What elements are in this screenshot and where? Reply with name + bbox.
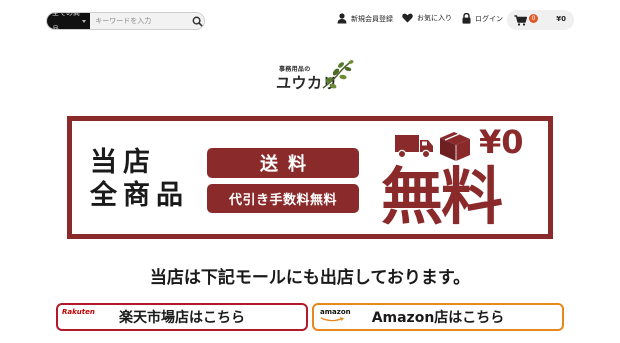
lock-icon [462, 13, 471, 24]
cart-total: ¥0 [556, 15, 566, 23]
favorites-link[interactable]: お気に入り [402, 13, 452, 23]
chevron-down-icon [82, 19, 87, 23]
login-label: ログイン [475, 14, 503, 23]
category-select-label: 全ての商品 [52, 12, 80, 30]
amazon-store-button[interactable]: amazon Amazon店はこちら [312, 303, 564, 331]
eucalyptus-icon [322, 60, 354, 89]
banner-all-products-text: 全商品 [90, 180, 189, 211]
cart-count-badge: 0 [529, 14, 538, 23]
site-logo[interactable]: 事務用品の ユウカリ [276, 58, 356, 98]
user-icon [337, 13, 347, 24]
free-shipping-banner[interactable]: 当店 全商品 送料 代引き手数料無料 ¥0 無料 [67, 116, 553, 239]
amazon-smile-icon [320, 317, 344, 322]
rakuten-store-label: 楽天市場店はこちら [119, 310, 245, 326]
favorites-label: お気に入り [417, 14, 452, 22]
cod-fee-pill: 代引き手数料無料 [207, 184, 359, 213]
shipping-pill: 送料 [207, 148, 359, 178]
banner-free-text: 無料 [381, 160, 503, 233]
search-button[interactable] [191, 13, 204, 29]
search-icon [192, 16, 204, 27]
cart-button[interactable]: 0 ¥0 [507, 10, 574, 30]
category-select[interactable]: 全ての商品 [47, 12, 91, 30]
cart-icon [514, 14, 527, 26]
banner-store-text: 当店 [90, 147, 156, 178]
search-input[interactable] [90, 13, 192, 29]
amazon-logo: amazon [320, 308, 351, 316]
search-bar: 全ての商品 [46, 12, 205, 30]
page: 全ての商品 新規会員登録 お気に入り [0, 0, 620, 343]
banner-price: ¥0 [479, 123, 524, 161]
rakuten-store-button[interactable]: Rakuten 楽天市場店はこちら [56, 303, 308, 331]
register-label: 新規会員登録 [351, 14, 393, 23]
delivery-truck-icon [395, 132, 470, 161]
amazon-store-label: Amazon店はこちら [371, 310, 505, 326]
login-link[interactable]: ログイン [462, 13, 503, 24]
register-link[interactable]: 新規会員登録 [337, 13, 393, 24]
mall-heading: 当店は下記モールにも出店しております。 [149, 268, 471, 288]
rakuten-logo: Rakuten [62, 308, 95, 316]
heart-icon [402, 13, 413, 23]
